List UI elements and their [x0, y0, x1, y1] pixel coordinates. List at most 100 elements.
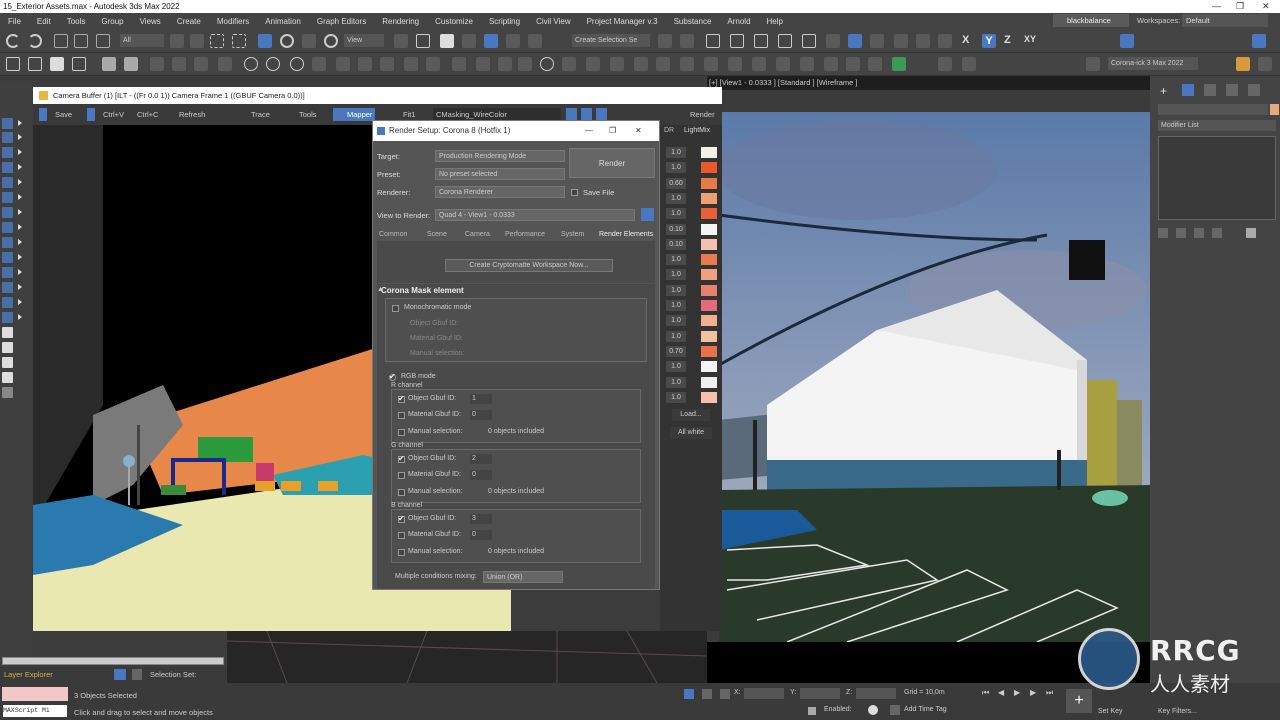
- window-icon[interactable]: [1258, 57, 1272, 71]
- teapot-icon[interactable]: [894, 34, 908, 48]
- grid2-icon[interactable]: [634, 57, 648, 71]
- scale-icon[interactable]: [302, 34, 316, 48]
- expand-arrow-icon[interactable]: [18, 149, 22, 155]
- play-icon[interactable]: [800, 57, 814, 71]
- layer-explorer-icon[interactable]: [706, 34, 720, 48]
- close-icon[interactable]: ✕: [635, 121, 642, 141]
- next-frame-icon[interactable]: ▶: [1030, 688, 1038, 698]
- prev-frame-icon[interactable]: ◀: [998, 688, 1006, 698]
- z-coord-field[interactable]: [856, 688, 896, 699]
- go-to-start-icon[interactable]: ⏮: [982, 688, 990, 698]
- y-axis-icon[interactable]: Y: [982, 34, 996, 48]
- sphere-icon[interactable]: [244, 57, 258, 71]
- menu-substance[interactable]: Substance: [666, 17, 720, 26]
- fb-trace-button[interactable]: Trace: [251, 108, 270, 121]
- open-icon[interactable]: [28, 57, 42, 71]
- lightmix-row[interactable]: 0.10: [663, 223, 718, 235]
- up-arrow-icon[interactable]: [846, 57, 860, 71]
- tab-scene[interactable]: Scene: [427, 231, 447, 238]
- enabled-toggle[interactable]: [868, 705, 878, 715]
- list-icon[interactable]: [938, 57, 952, 71]
- tool-scale-icon[interactable]: [2, 162, 13, 173]
- g-object-spinner[interactable]: 2: [470, 454, 492, 464]
- paint-icon[interactable]: [150, 57, 164, 71]
- b-material-spinner[interactable]: 0: [470, 530, 492, 540]
- lightmix-color-swatch[interactable]: [701, 361, 717, 373]
- lightmix-tab[interactable]: LightMix: [684, 127, 710, 134]
- lightmix-color-swatch[interactable]: [701, 254, 717, 266]
- tool-hierarchy-icon[interactable]: [2, 222, 13, 233]
- isolate-icon[interactable]: [684, 689, 694, 699]
- copy-fb-icon[interactable]: [87, 108, 95, 121]
- lightmix-color-swatch[interactable]: [701, 376, 717, 388]
- fb-render-button[interactable]: Render: [690, 108, 715, 121]
- tool-utilities-icon[interactable]: [2, 267, 13, 278]
- lightmix-row[interactable]: 1.0: [663, 330, 718, 342]
- lightmix-row[interactable]: 1.0: [663, 300, 718, 311]
- lamp-icon[interactable]: [962, 57, 976, 71]
- lightmix-color-swatch[interactable]: [701, 238, 717, 250]
- b-manual-checkbox[interactable]: [398, 549, 405, 556]
- r-object-spinner[interactable]: 1: [470, 394, 492, 404]
- tag-icon[interactable]: [452, 57, 466, 71]
- y-coord-field[interactable]: [800, 688, 840, 699]
- auto-key-icon[interactable]: +: [1066, 689, 1092, 713]
- place-icon[interactable]: [324, 34, 338, 48]
- expand-arrow-icon[interactable]: [18, 224, 22, 230]
- minimize-icon[interactable]: —: [1212, 0, 1221, 13]
- slice-icon[interactable]: [358, 57, 372, 71]
- xy-plane-icon[interactable]: XY: [1024, 34, 1038, 48]
- time-tag-icon[interactable]: [890, 705, 900, 715]
- rendered-frame-window-icon[interactable]: [848, 34, 862, 48]
- b-object-spinner[interactable]: 3: [470, 514, 492, 524]
- window-crossing-icon[interactable]: [232, 34, 246, 48]
- lightmix-color-swatch[interactable]: [701, 223, 717, 235]
- modifier-stack[interactable]: [1158, 136, 1276, 220]
- motion-tab-icon[interactable]: [1226, 84, 1238, 96]
- expand-arrow-icon[interactable]: [18, 134, 22, 140]
- menu-group[interactable]: Group: [93, 17, 131, 26]
- maximize-icon[interactable]: ❐: [1236, 0, 1244, 13]
- material-icon[interactable]: [1086, 57, 1100, 71]
- table-icon[interactable]: [656, 57, 670, 71]
- r-material-spinner[interactable]: 0: [470, 410, 492, 420]
- lightmix-row[interactable]: 1.0: [663, 192, 718, 204]
- g-manual-value[interactable]: 0 objects included: [488, 488, 544, 495]
- g-material-checkbox[interactable]: [398, 472, 405, 479]
- absolute-mode-icon[interactable]: [720, 689, 730, 699]
- lightmix-row[interactable]: 0.70: [663, 345, 718, 357]
- snap-3d-icon[interactable]: [462, 34, 476, 48]
- selection-filter-dropdown[interactable]: All: [120, 34, 164, 47]
- tool-select-icon[interactable]: [2, 118, 13, 129]
- menu-views[interactable]: Views: [132, 17, 169, 26]
- lightmix-row[interactable]: 1.0: [663, 147, 718, 158]
- g-manual-checkbox[interactable]: [398, 489, 405, 496]
- menu-graph-editors[interactable]: Graph Editors: [309, 17, 374, 26]
- tab-camera[interactable]: Camera: [465, 231, 490, 238]
- lightmix-intensity-field[interactable]: 0.60: [666, 177, 686, 189]
- remove-modifier-icon[interactable]: [1212, 228, 1222, 238]
- lightmix-color-swatch[interactable]: [701, 284, 717, 296]
- b-object-checkbox[interactable]: [398, 514, 405, 523]
- copy-icon[interactable]: [72, 57, 86, 71]
- lightmix-row[interactable]: 1.0: [663, 162, 718, 174]
- tool-motion-icon[interactable]: [2, 237, 13, 248]
- save-file-checkbox[interactable]: [571, 189, 578, 196]
- undo-icon[interactable]: [6, 34, 20, 48]
- r-manual-checkbox[interactable]: [398, 429, 405, 436]
- globe-icon[interactable]: [540, 57, 554, 71]
- play-icon[interactable]: ▶: [1014, 688, 1022, 698]
- maxscript-listener[interactable]: [2, 687, 68, 701]
- fb-mapper-button[interactable]: Mapper: [333, 108, 375, 121]
- view-to-render-dropdown[interactable]: Quad 4 - View1 - 0.0333: [435, 209, 635, 221]
- lightmix-load-button[interactable]: Load...: [672, 409, 710, 421]
- monitor-icon[interactable]: [610, 57, 624, 71]
- wrench-icon[interactable]: [498, 57, 512, 71]
- x-coord-field[interactable]: [744, 688, 784, 699]
- schematic-view-icon[interactable]: [778, 34, 792, 48]
- lightmix-color-swatch[interactable]: [701, 162, 717, 174]
- rect-selection-icon[interactable]: [210, 34, 224, 48]
- layer-options-icon[interactable]: [132, 669, 142, 680]
- tab-render-elements[interactable]: Render Elements: [599, 231, 653, 238]
- fb-refresh-button[interactable]: Refresh: [179, 108, 205, 121]
